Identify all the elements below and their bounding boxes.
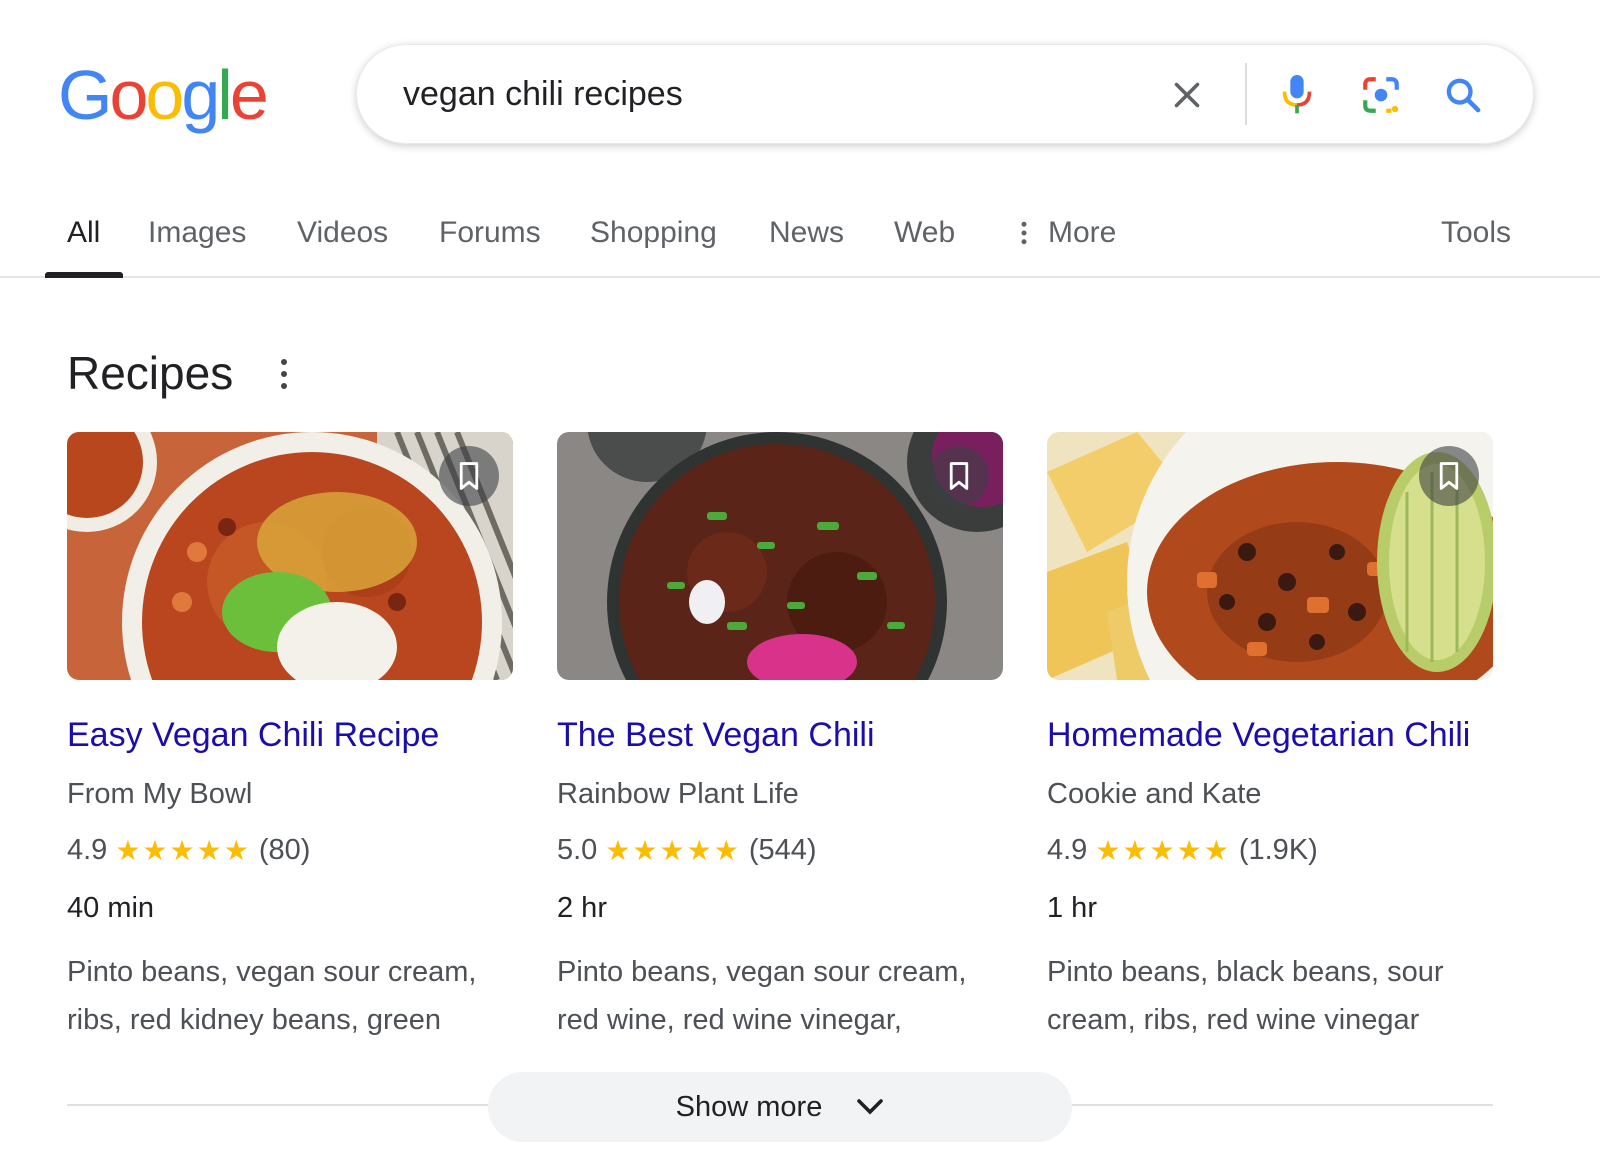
logo-letter: G bbox=[58, 56, 112, 134]
close-icon[interactable] bbox=[1163, 71, 1211, 119]
recipe-rating: 4.9 ★★★★★ (1.9K) bbox=[1047, 834, 1318, 867]
rating-value: 4.9 bbox=[1047, 834, 1088, 866]
tab-images[interactable]: Images bbox=[148, 216, 246, 250]
show-more-button[interactable]: Show more bbox=[488, 1072, 1072, 1142]
search-divider bbox=[1245, 63, 1247, 125]
section-title: Recipes bbox=[67, 347, 234, 399]
tools-button[interactable]: Tools bbox=[1441, 216, 1511, 250]
bookmark-icon[interactable] bbox=[439, 446, 499, 506]
divider bbox=[67, 1104, 497, 1106]
section-menu-icon[interactable] bbox=[274, 356, 294, 392]
tab-forums[interactable]: Forums bbox=[439, 216, 541, 250]
tab-news[interactable]: News bbox=[769, 216, 844, 250]
logo-letter: o bbox=[109, 56, 148, 134]
recipe-ingredients: Pinto beans, vegan sour cream, ribs, red… bbox=[67, 956, 477, 1036]
recipe-source: Cookie and Kate bbox=[1047, 778, 1262, 810]
recipe-card[interactable]: The Best Vegan Chili Rainbow Plant Life … bbox=[557, 432, 1003, 1036]
tab-shopping[interactable]: Shopping bbox=[590, 216, 717, 250]
review-count: (80) bbox=[258, 834, 311, 866]
divider bbox=[1063, 1104, 1493, 1106]
search-input[interactable]: vegan chili recipes bbox=[403, 75, 683, 114]
recipe-ingredients: Pinto beans, black beans, sour cream, ri… bbox=[1047, 956, 1444, 1036]
logo-letter: o bbox=[145, 56, 184, 134]
recipe-image[interactable] bbox=[557, 432, 1003, 680]
chevron-down-icon bbox=[857, 1099, 884, 1115]
bookmark-icon[interactable] bbox=[929, 446, 989, 506]
lens-camera-icon[interactable] bbox=[1357, 71, 1405, 119]
logo-letter: g bbox=[181, 56, 220, 134]
recipe-time: 2 hr bbox=[557, 892, 607, 924]
recipe-rating: 4.9 ★★★★★ (80) bbox=[67, 834, 310, 867]
google-logo[interactable]: Google bbox=[58, 56, 269, 134]
show-more-label: Show more bbox=[675, 1090, 823, 1123]
recipe-source: Rainbow Plant Life bbox=[557, 778, 799, 810]
recipe-card[interactable]: Homemade Vegetarian Chili Cookie and Kat… bbox=[1047, 432, 1493, 1036]
more-vert-icon bbox=[1021, 221, 1027, 245]
recipe-ingredients: Pinto beans, vegan sour cream, red wine,… bbox=[557, 956, 967, 1036]
search-box[interactable]: vegan chili recipes bbox=[356, 44, 1534, 144]
recipe-time: 40 min bbox=[67, 892, 155, 924]
rating-value: 4.9 bbox=[67, 834, 108, 866]
tab-more-label: More bbox=[1048, 216, 1117, 249]
star-rating-icon: ★★★★★ bbox=[115, 835, 251, 866]
recipe-rating: 5.0 ★★★★★ (544) bbox=[557, 834, 817, 867]
bookmark-icon[interactable] bbox=[1419, 446, 1479, 506]
recipe-card[interactable]: Easy Vegan Chili Recipe From My Bowl 4.9… bbox=[67, 432, 513, 1036]
recipe-image[interactable] bbox=[1047, 432, 1493, 680]
recipe-title-link[interactable]: Easy Vegan Chili Recipe bbox=[67, 716, 439, 755]
active-tab-indicator bbox=[45, 272, 123, 278]
logo-letter: e bbox=[229, 56, 269, 134]
tab-more[interactable]: More bbox=[1018, 216, 1116, 250]
search-icon[interactable] bbox=[1439, 71, 1487, 119]
recipe-time: 1 hr bbox=[1047, 892, 1097, 924]
microphone-icon[interactable] bbox=[1273, 71, 1321, 119]
recipe-image[interactable] bbox=[67, 432, 513, 680]
search-tabs: All Images Videos Forums Shopping News W… bbox=[0, 196, 1600, 278]
tab-all[interactable]: All bbox=[67, 216, 100, 250]
review-count: (544) bbox=[748, 834, 817, 866]
logo-letter: l bbox=[217, 56, 232, 134]
star-rating-icon: ★★★★★ bbox=[1095, 835, 1231, 866]
tab-web[interactable]: Web bbox=[894, 216, 955, 250]
tab-videos[interactable]: Videos bbox=[297, 216, 388, 250]
recipe-source: From My Bowl bbox=[67, 778, 253, 810]
rating-value: 5.0 bbox=[557, 834, 598, 866]
recipe-title-link[interactable]: The Best Vegan Chili bbox=[557, 716, 875, 755]
star-rating-icon: ★★★★★ bbox=[605, 835, 741, 866]
review-count: (1.9K) bbox=[1238, 834, 1318, 866]
recipe-title-link[interactable]: Homemade Vegetarian Chili bbox=[1047, 716, 1470, 755]
